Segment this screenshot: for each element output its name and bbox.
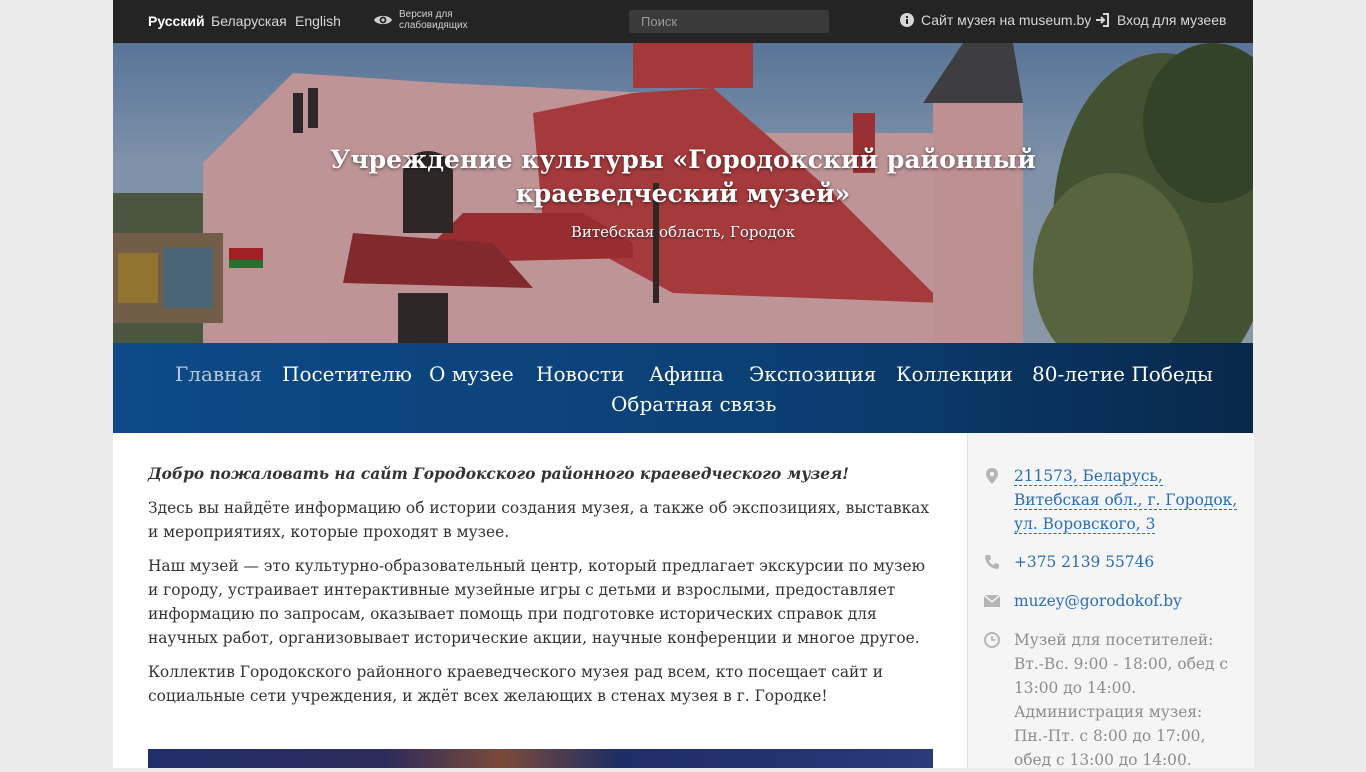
login-icon: [1096, 13, 1109, 27]
page: Русский Беларуская English Версия для сл…: [113, 0, 1254, 769]
login-link[interactable]: Вход для музеев: [1095, 12, 1226, 28]
nav-item-news[interactable]: Новости: [536, 362, 624, 386]
contact-sidebar: 211573, Беларусь, Витебская обл., г. Гор…: [967, 433, 1254, 769]
clock-icon: [984, 632, 1000, 648]
nav-item-collections[interactable]: Коллекции: [896, 362, 1013, 386]
hero-title: Учреждение культуры «Городокский районны…: [313, 143, 1053, 211]
intro-paragraph: Здесь вы найдёте информацию об истории с…: [148, 499, 930, 541]
login-label: Вход для музеев: [1117, 12, 1227, 28]
museum-site-label: Сайт музея на museum.by: [921, 12, 1092, 28]
museum-photo: [148, 749, 933, 768]
team-paragraph: Коллектив Городокского районного краевед…: [148, 663, 883, 705]
info-icon: [900, 13, 914, 27]
map-marker-icon: [986, 468, 998, 484]
email-link[interactable]: muzey@gorodokof.by: [1014, 592, 1182, 610]
low-vision-label: Версия для слабовидящих: [399, 9, 468, 31]
phone-icon: [985, 555, 999, 569]
hero-title-line2: краеведческий музей»: [515, 179, 851, 208]
nav-item-about[interactable]: О музее: [429, 362, 514, 386]
low-vision-link[interactable]: Версия для слабовидящих: [373, 9, 479, 31]
hero-subtitle: Витебская область, Городок: [570, 223, 796, 241]
lang-russian[interactable]: Русский: [148, 13, 205, 29]
about-paragraph: Наш музей — это культурно-образовательны…: [148, 557, 926, 647]
hero-title-line1: Учреждение культуры «Городокский районны…: [330, 145, 1036, 174]
museum-site-link[interactable]: Сайт музея на museum.by: [900, 12, 1091, 28]
nav-item-feedback[interactable]: Обратная связь: [611, 392, 776, 416]
lang-english[interactable]: English: [295, 13, 341, 29]
top-bar: Русский Беларуская English Версия для сл…: [113, 0, 1253, 43]
address-link[interactable]: 211573, Беларусь, Витебская обл., г. Гор…: [1014, 467, 1238, 534]
nav-item-events[interactable]: Афиша: [649, 362, 724, 386]
eye-icon: [374, 15, 392, 25]
nav-item-home[interactable]: Главная: [175, 362, 262, 386]
nav-item-exposition[interactable]: Экспозиция: [749, 362, 876, 386]
phone-link[interactable]: +375 2139 55746: [1014, 553, 1154, 571]
main-content: Добро пожаловать на сайт Городокского ра…: [148, 462, 938, 718]
opening-hours: Музей для посетителей: Вт.-Вс. 9:00 - 18…: [1014, 631, 1228, 769]
hero-banner: Учреждение культуры «Городокский районны…: [113, 43, 1253, 343]
lang-belarusian[interactable]: Беларуская: [211, 13, 287, 29]
nav-item-victory-80[interactable]: 80-летие Победы: [1032, 362, 1213, 386]
welcome-heading: Добро пожаловать на сайт Городокского ра…: [148, 465, 850, 483]
search-input[interactable]: [629, 10, 829, 33]
envelope-icon: [984, 594, 1000, 607]
nav-item-visitor[interactable]: Посетителю: [282, 362, 412, 386]
main-nav: Главная Посетителю О музее Новости Афиша…: [113, 343, 1253, 433]
